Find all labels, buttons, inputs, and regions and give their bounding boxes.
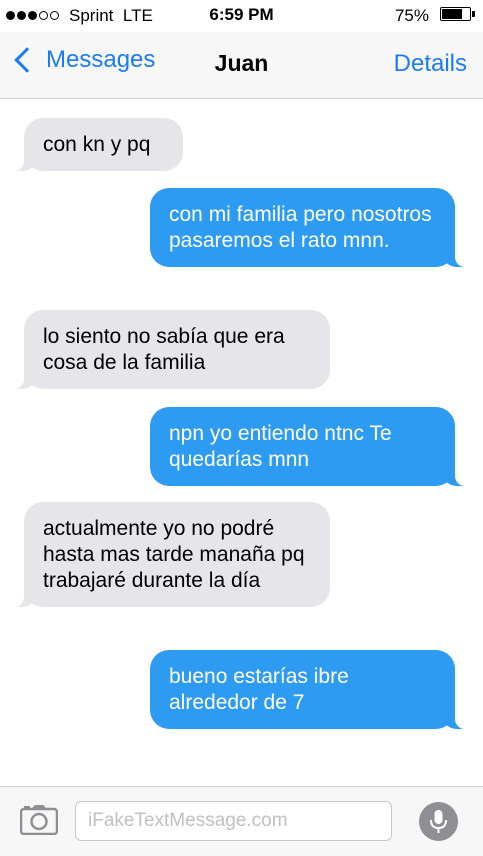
message-bubble-incoming[interactable]: con kn y pq [8,118,183,171]
message-bubble-outgoing[interactable]: npn yo entiendo ntnc Te quedarías mnn [150,407,471,486]
message-bubble-incoming[interactable]: actualmente yo no podré hasta mas tarde … [8,502,330,607]
details-button[interactable]: Details [394,50,467,78]
battery-icon [440,7,475,21]
message-bubble-incoming[interactable]: lo siento no sabía que era cosa de la fa… [8,310,330,389]
message-input-bar [0,786,483,856]
camera-icon[interactable] [19,805,59,840]
microphone-icon[interactable] [419,802,458,841]
message-bubble-outgoing[interactable]: bueno estarías ibre alrededor de 7 [150,650,471,729]
navigation-bar: Messages Juan Details [0,32,483,99]
chevron-left-icon [14,47,40,73]
status-bar: Sprint LTE 6:59 PM 75% [0,0,483,32]
message-bubble-outgoing[interactable]: con mi familia pero nosotros pasaremos e… [150,188,471,267]
message-text-field[interactable] [75,801,392,841]
battery-percentage: 75% [394,6,429,25]
back-button[interactable]: Messages [10,46,155,74]
message-list: con kn y pq con mi familia pero nosotros… [0,98,483,786]
back-button-label: Messages [46,46,156,73]
